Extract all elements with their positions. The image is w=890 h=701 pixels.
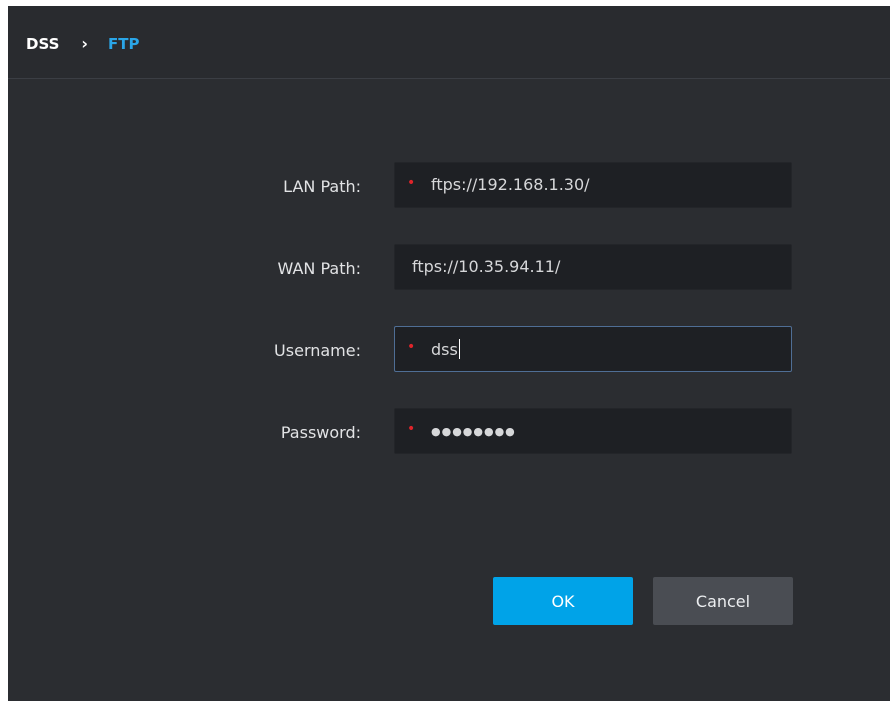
lan-path-value: ftps://192.168.1.30/ <box>431 175 590 194</box>
cancel-button[interactable]: Cancel <box>653 577 793 625</box>
breadcrumb-chevron-icon: › <box>81 34 88 53</box>
wan-path-value: ftps://10.35.94.11/ <box>412 257 561 276</box>
wan-path-input[interactable]: ftps://10.35.94.11/ <box>394 244 792 290</box>
username-value-wrap: dss <box>431 339 460 360</box>
breadcrumb-current-ftp: FTP <box>107 35 140 53</box>
lan-path-label: LAN Path: <box>283 177 361 196</box>
breadcrumb: DSS › FTP <box>26 34 139 54</box>
username-value: dss <box>431 340 458 359</box>
username-input[interactable]: • dss <box>394 326 792 372</box>
required-marker: • <box>407 175 416 191</box>
breadcrumb-root-dss[interactable]: DSS <box>26 34 59 54</box>
lan-path-input[interactable]: • ftps://192.168.1.30/ <box>394 162 792 208</box>
wan-path-label: WAN Path: <box>277 259 361 278</box>
ok-button[interactable]: OK <box>493 577 633 625</box>
required-marker: • <box>407 339 416 355</box>
password-input[interactable]: • ●●●●●●●● <box>394 408 792 454</box>
dialog-header: DSS › FTP <box>8 6 890 79</box>
ftp-settings-dialog: DSS › FTP LAN Path: • ftps://192.168.1.3… <box>8 6 890 701</box>
text-caret <box>458 339 460 359</box>
required-marker: • <box>407 421 416 437</box>
password-label: Password: <box>280 423 361 442</box>
username-label: Username: <box>274 341 361 360</box>
password-masked-value: ●●●●●●●● <box>431 425 516 438</box>
